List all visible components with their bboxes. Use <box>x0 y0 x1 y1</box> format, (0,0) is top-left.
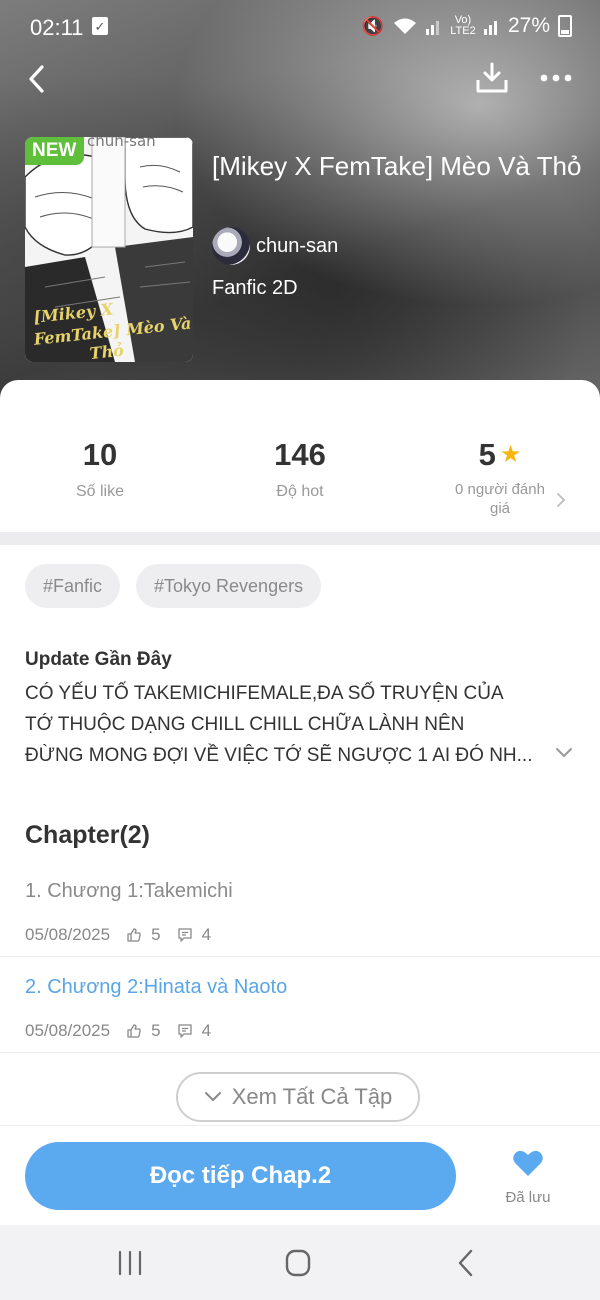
system-back-icon[interactable] <box>446 1247 486 1279</box>
chapter-title[interactable]: 2. Chương 2:Hinata và Naoto <box>25 976 287 999</box>
chapter-likes: 5 <box>151 1021 161 1040</box>
new-badge: NEW <box>25 137 85 165</box>
save-toggle[interactable]: Đã lưu <box>492 1148 564 1206</box>
cover-watermark: chun-san <box>87 137 156 150</box>
heart-icon <box>513 1150 543 1176</box>
star-icon: ★ <box>499 441 522 468</box>
stat-rating[interactable]: 5 ★ 0 người đánh giá <box>400 437 600 518</box>
story-genre: Fanfic 2D <box>212 277 298 299</box>
see-all-label: Xem Tất Cả Tập <box>231 1084 393 1109</box>
signal-icon-2 <box>483 21 497 35</box>
chapter-comments: 4 <box>201 1021 212 1040</box>
chapter-comments: 4 <box>201 925 212 944</box>
hot-label: Độ hot <box>276 483 324 500</box>
chevron-down-icon[interactable] <box>554 746 574 760</box>
comment-icon <box>177 1024 192 1038</box>
status-bar: 02:11 ✓ 🔇 Vo) LTE2 27% <box>0 0 600 56</box>
svg-text:Thỏ: Thỏ <box>89 341 125 362</box>
more-icon[interactable] <box>538 66 574 90</box>
chapter-title[interactable]: 1. Chương 1:Takemichi <box>25 880 233 903</box>
stat-hot: 146 Độ hot <box>200 437 400 501</box>
update-title: Update Gần Đây <box>25 649 172 670</box>
update-line-2: TỚ THUỘC DẠNG CHILL CHILL CHỮA LÀNH NÊN <box>25 714 465 735</box>
stat-likes: 10 Số like <box>0 437 200 501</box>
wifi-icon <box>393 18 416 34</box>
notification-icon: ✓ <box>92 17 108 35</box>
bottom-action-bar: Đọc tiếp Chap.2 Đã lưu <box>0 1125 600 1226</box>
chapter-likes: 5 <box>151 925 161 944</box>
chapter-row[interactable]: 1. Chương 1:Takemichi 05/08/2025 5 4 <box>0 880 600 976</box>
chevron-right-icon[interactable] <box>556 492 566 508</box>
saved-label: Đã lưu <box>505 1189 551 1206</box>
continue-reading-button[interactable]: Đọc tiếp Chap.2 <box>25 1142 456 1210</box>
update-line-1: CÓ YẾU TỐ TAKEMICHIFEMALE,ĐA SỐ TRUYỆN C… <box>25 683 504 704</box>
chapter-meta: 05/08/2025 5 4 <box>25 1021 211 1041</box>
comment-icon <box>177 928 192 942</box>
chapter-row[interactable]: 2. Chương 2:Hinata và Naoto 05/08/2025 5… <box>0 976 600 1072</box>
cover-art: chun-san [Mikey X FemTake] Mèo Và Thỏ <box>25 137 193 362</box>
story-title: [Mikey X FemTake] Mèo Và Thỏ <box>212 151 582 181</box>
status-time: 02:11 <box>30 15 84 40</box>
likes-label: Số like <box>75 483 125 500</box>
signal-icon <box>425 21 439 35</box>
rating-label: 0 người đánh giá <box>455 481 545 517</box>
network-type: Vo) LTE2 <box>450 14 476 37</box>
update-line-3: ĐỪNG MONG ĐỢI VỀ VIỆC TỚ SẼ NGƯỢC 1 AI Đ… <box>25 745 533 766</box>
chapter-date: 05/08/2025 <box>25 1021 111 1040</box>
mute-icon: 🔇 <box>361 15 384 36</box>
home-icon[interactable] <box>278 1247 318 1279</box>
recent-apps-icon[interactable] <box>110 1247 150 1279</box>
author-avatar[interactable] <box>212 227 250 265</box>
chapter-meta: 05/08/2025 5 4 <box>25 925 211 945</box>
chapter-heading: Chapter(2) <box>25 821 151 849</box>
stats-card: 10 Số like 146 Độ hot 5 ★ 0 người đánh gi… <box>0 380 600 532</box>
update-description: CÓ YẾU TỐ TAKEMICHIFEMALE,ĐA SỐ TRUYỆN C… <box>25 678 557 771</box>
tag-fanfic[interactable]: #Fanfic <box>25 564 121 608</box>
thumb-up-icon <box>127 1024 141 1038</box>
divider <box>0 1052 600 1053</box>
divider <box>0 956 600 957</box>
battery-icon <box>558 15 572 37</box>
chapter-date: 05/08/2025 <box>25 925 111 944</box>
see-all-chapters-button[interactable]: Xem Tất Cả Tập <box>176 1072 420 1122</box>
story-details: #Fanfic #Tokyo Revengers Update Gần Đây … <box>0 545 600 1125</box>
likes-value: 10 <box>82 437 118 472</box>
chevron-down-icon <box>204 1092 221 1101</box>
tag-tokyo-revengers[interactable]: #Tokyo Revengers <box>136 564 322 608</box>
back-icon[interactable] <box>22 62 56 96</box>
thumb-up-icon <box>127 928 141 942</box>
story-cover[interactable]: NEW chun-san [Mikey X FemTake] Mèo Và Th… <box>25 137 193 362</box>
author-name[interactable]: chun-san <box>256 235 338 258</box>
system-navigation-bar <box>0 1225 600 1300</box>
hot-value: 146 <box>274 437 326 472</box>
download-icon[interactable] <box>474 60 510 96</box>
battery-percent: 27% <box>507 14 550 37</box>
rating-value: 5 <box>478 437 496 472</box>
